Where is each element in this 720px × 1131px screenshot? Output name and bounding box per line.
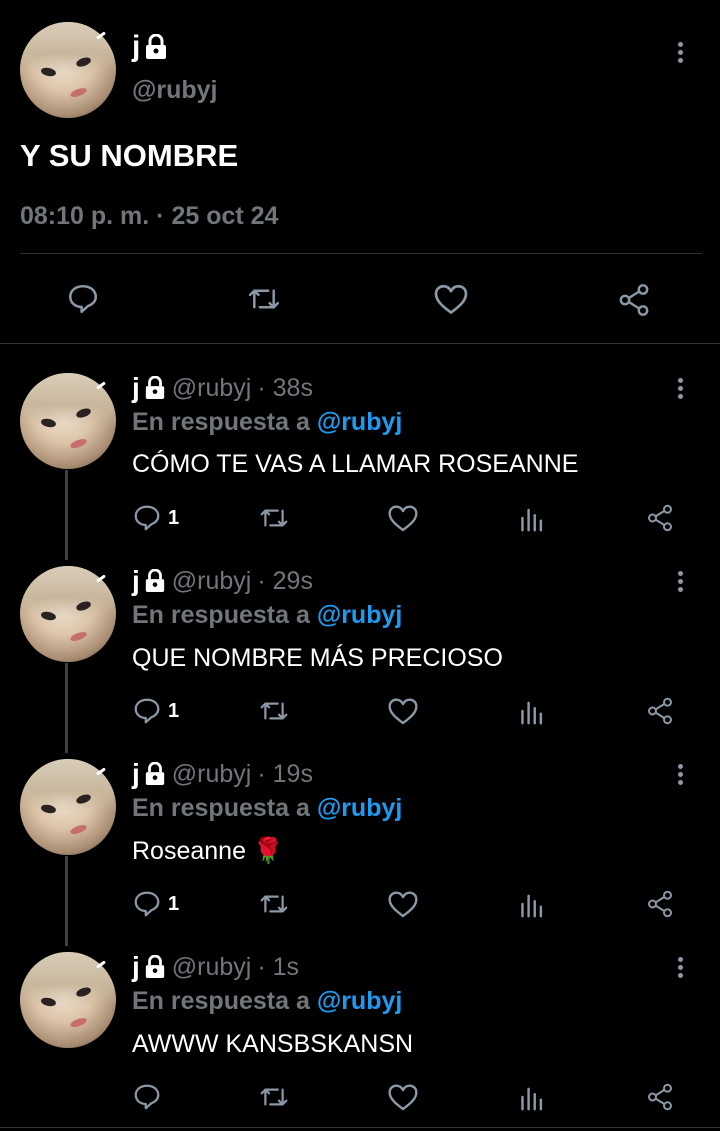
reply-icon	[134, 891, 160, 917]
tweet-text: Roseanne 🌹	[132, 837, 285, 865]
tweet-age: · 1s	[257, 952, 300, 981]
handle[interactable]: @rubyj	[172, 760, 252, 789]
reply-button[interactable]: 1	[132, 696, 179, 726]
share-icon	[648, 697, 672, 725]
avatar[interactable]	[20, 373, 116, 469]
display-name[interactable]: j	[132, 372, 166, 404]
share-button[interactable]	[645, 1082, 675, 1112]
replying-to-link[interactable]: @rubyj	[317, 987, 403, 1015]
like-button[interactable]	[387, 696, 419, 726]
views-button[interactable]	[518, 503, 546, 533]
like-icon	[388, 698, 418, 725]
share-button[interactable]	[616, 282, 652, 318]
like-icon	[388, 505, 418, 532]
avatar[interactable]	[20, 759, 116, 855]
more-icon[interactable]	[678, 571, 684, 595]
share-button[interactable]	[645, 889, 675, 919]
divider	[0, 1127, 720, 1128]
views-icon	[521, 701, 543, 725]
views-button[interactable]	[518, 889, 546, 919]
more-icon[interactable]	[678, 42, 684, 66]
like-button[interactable]	[433, 282, 469, 316]
timestamp[interactable]: 08:10 p. m. · 25 oct 24	[20, 202, 278, 231]
replying-to-link[interactable]: @rubyj	[317, 601, 403, 629]
like-icon	[388, 1084, 418, 1111]
lock-icon	[144, 955, 166, 979]
thread-line	[65, 470, 68, 560]
retweet-icon	[260, 1088, 288, 1106]
display-name[interactable]: j	[132, 758, 166, 790]
retweet-icon	[260, 702, 288, 720]
handle[interactable]: @rubyj	[172, 953, 252, 982]
more-icon[interactable]	[678, 957, 684, 981]
retweet-icon	[248, 289, 280, 309]
views-button[interactable]	[518, 1082, 546, 1112]
replying-to-link[interactable]: @rubyj	[317, 794, 403, 822]
views-icon	[521, 894, 543, 918]
replying-prefix: En respuesta a	[132, 794, 310, 822]
reply-count: 1	[168, 699, 180, 722]
share-icon	[619, 284, 649, 316]
lock-icon	[144, 376, 166, 400]
retweet-icon	[260, 895, 288, 913]
reply-button[interactable]	[66, 282, 100, 316]
avatar[interactable]	[20, 566, 116, 662]
replying-prefix: En respuesta a	[132, 987, 310, 1015]
lock-icon	[144, 34, 168, 60]
tweet-age: · 38s	[257, 373, 313, 402]
reply-icon	[134, 505, 160, 531]
like-button[interactable]	[387, 889, 419, 919]
replying-prefix: En respuesta a	[132, 601, 310, 629]
replying-prefix: En respuesta a	[132, 408, 310, 436]
like-button[interactable]	[387, 503, 419, 533]
reply-icon	[68, 284, 98, 314]
handle[interactable]: @rubyj	[172, 374, 252, 403]
divider	[20, 253, 702, 254]
tweet-text: QUE NOMBRE MÁS PRECIOSO	[132, 644, 503, 672]
handle[interactable]: @rubyj	[172, 567, 252, 596]
reply-count: 1	[168, 506, 180, 529]
reply-count: 1	[168, 892, 180, 915]
like-button[interactable]	[387, 1082, 419, 1112]
avatar[interactable]	[20, 952, 116, 1048]
replying-to-link[interactable]: @rubyj	[317, 408, 403, 436]
tweet-text: AWWW KANSBSKANSN	[132, 1030, 414, 1058]
display-name[interactable]: j	[132, 951, 166, 983]
retweet-button[interactable]	[258, 503, 290, 533]
tweet-age: · 29s	[257, 566, 313, 595]
tweet-text: CÓMO TE VAS A LLAMAR ROSEANNE	[132, 450, 579, 478]
thread-line	[65, 663, 68, 753]
tweet-age: · 19s	[257, 759, 313, 788]
views-button[interactable]	[518, 696, 546, 726]
lock-icon	[144, 762, 166, 786]
share-button[interactable]	[645, 696, 675, 726]
display-name[interactable]: j	[132, 30, 168, 64]
views-icon	[521, 508, 543, 532]
retweet-button[interactable]	[258, 696, 290, 726]
reply-button[interactable]: 1	[132, 889, 179, 919]
display-name[interactable]: j	[132, 565, 166, 597]
retweet-button[interactable]	[258, 889, 290, 919]
retweet-button[interactable]	[258, 1082, 290, 1112]
reply-icon	[134, 698, 160, 724]
like-icon	[434, 284, 468, 314]
reply-button[interactable]: 1	[132, 503, 179, 533]
retweet-icon	[260, 509, 288, 527]
share-icon	[648, 1083, 672, 1111]
reply-button[interactable]	[132, 1082, 168, 1112]
lock-icon	[144, 569, 166, 593]
more-icon[interactable]	[678, 764, 684, 788]
views-icon	[521, 1087, 543, 1111]
reply-icon	[134, 1084, 160, 1110]
like-icon	[388, 891, 418, 918]
share-icon	[648, 890, 672, 918]
tweet-text: Y SU NOMBRE	[20, 138, 239, 173]
divider	[0, 343, 720, 344]
share-icon	[648, 504, 672, 532]
share-button[interactable]	[645, 503, 675, 533]
thread-line	[65, 856, 68, 946]
handle[interactable]: @rubyj	[132, 76, 218, 105]
retweet-button[interactable]	[246, 282, 282, 316]
more-icon[interactable]	[678, 378, 684, 402]
